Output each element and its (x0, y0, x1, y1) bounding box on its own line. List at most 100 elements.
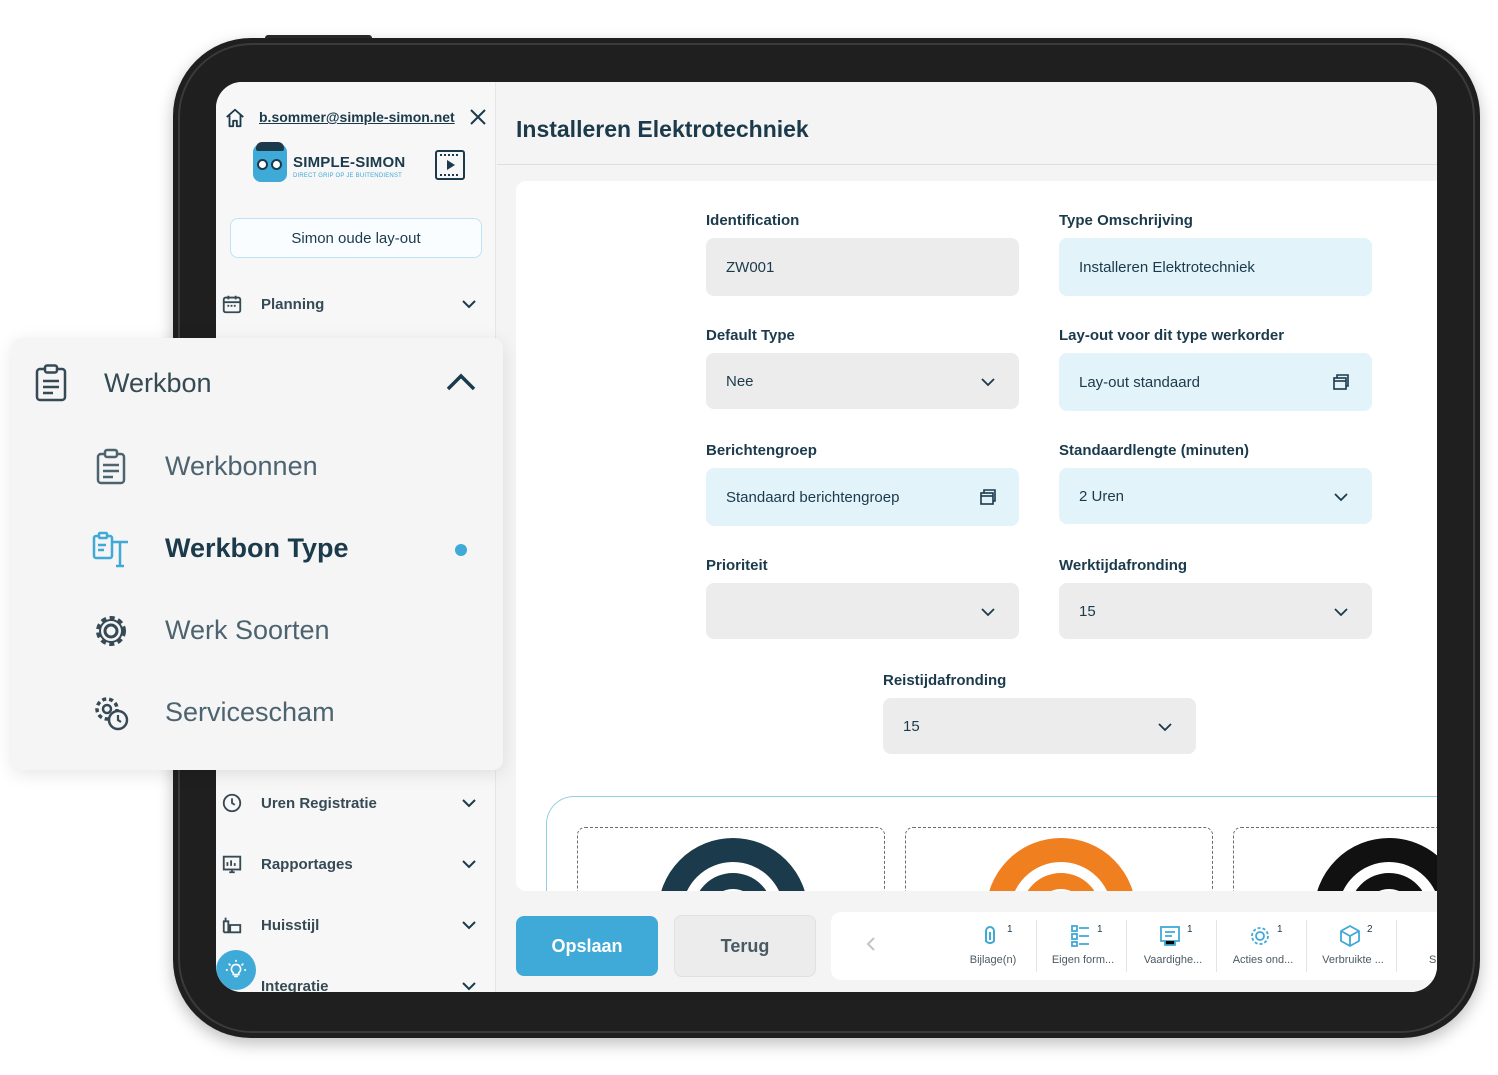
window-select-icon[interactable] (1332, 373, 1350, 391)
window-select-icon[interactable] (979, 488, 997, 506)
menu-item-label: Servicescham (165, 697, 335, 727)
identification-label: Identification (706, 212, 800, 229)
prioriteit-select[interactable] (706, 583, 1019, 639)
logo-mascot (253, 142, 287, 182)
tab-verbruikte[interactable]: 2 Verbruikte ... (1309, 920, 1397, 972)
tab-vaardigheden[interactable]: 1 Vaardighe... (1129, 920, 1217, 972)
chevron-down-icon (462, 300, 476, 309)
identification-value: ZW001 (726, 258, 775, 276)
tab-label: Eigen form... (1051, 954, 1115, 966)
sidebar-item-label: Uren Registratie (261, 794, 377, 812)
tab-bijlagen[interactable]: 1 Bijlage(n) (949, 920, 1037, 972)
layout-label: Lay-out voor dit type werkorder (1059, 327, 1285, 344)
skills-icon (1160, 926, 1180, 946)
chevron-down-icon (1334, 608, 1348, 617)
prioriteit-label: Prioriteit (706, 557, 768, 574)
tab-label: Bijlage(n) (969, 954, 1017, 966)
main-content: Installeren Elektrotechniek Identificati… (497, 82, 1437, 992)
old-layout-button[interactable]: Simon oude lay-out (230, 218, 482, 258)
reistijdafronding-value: 15 (903, 717, 920, 735)
menu-item-werkbon-type[interactable]: Werkbon Type (12, 518, 503, 578)
chevron-down-icon (462, 799, 476, 808)
werktijdafronding-select[interactable]: 15 (1059, 583, 1372, 639)
chevron-down-icon (981, 378, 995, 387)
berichtengroep-field[interactable]: Standaard berichtengroep (706, 468, 1019, 526)
chevron-down-icon (1334, 493, 1348, 502)
layout-field[interactable]: Lay-out standaard (1059, 353, 1372, 411)
sidebar-item-planning[interactable]: Planning (216, 284, 491, 324)
clock-icon (222, 793, 242, 813)
form-icon (1071, 925, 1089, 947)
divider (497, 164, 1437, 165)
chevron-down-icon (462, 860, 476, 869)
chevron-down-icon (462, 921, 476, 930)
type-omschrijving-field[interactable]: Installeren Elektrotechniek (1059, 238, 1372, 296)
home-icon[interactable] (224, 107, 246, 129)
standaardlengte-select[interactable]: 2 Uren (1059, 468, 1372, 524)
tab-label: Acties ond... (1232, 954, 1294, 966)
sidebar-item-integratie[interactable]: Integratie (216, 966, 491, 992)
default-type-value: Nee (726, 372, 754, 390)
chevron-down-icon (462, 982, 476, 991)
user-email-link[interactable]: b.sommer@simple-simon.net (259, 109, 455, 125)
menu-item-werkbonnen[interactable]: Werkbonnen (12, 436, 503, 496)
berichtengroep-value: Standaard berichtengroep (726, 488, 900, 506)
bottom-toolbar: Opslaan Terug 1 Bijlage(n) 1 Eigen form.… (497, 891, 1437, 992)
simple-simon-logo: SIMPLE-SIMON DIRECT GRIP OP JE BUITENDIE… (253, 140, 413, 186)
sidebar-item-huisstijl[interactable]: Huisstijl (216, 905, 491, 945)
type-omschrijving-label: Type Omschrijving (1059, 212, 1193, 229)
tab-count: 1 (1007, 924, 1013, 935)
tab-count: 1 (1187, 924, 1193, 935)
logo-text: SIMPLE-SIMON (293, 154, 406, 171)
gear-icon (1251, 927, 1269, 945)
gear-icon (96, 616, 126, 646)
reistijdafronding-select[interactable]: 15 (883, 698, 1196, 754)
chevron-down-icon (981, 608, 995, 617)
logo-subtitle: DIRECT GRIP OP JE BUITENDIENST (293, 173, 403, 179)
style-icon (222, 917, 242, 934)
save-button[interactable]: Opslaan (516, 916, 658, 976)
default-type-select[interactable]: Nee (706, 353, 1019, 409)
paperclip-icon (985, 926, 995, 944)
back-button[interactable]: Terug (674, 915, 816, 977)
menu-item-werk-soorten[interactable]: Werk Soorten (12, 600, 503, 660)
tab-count: 1 (1097, 924, 1103, 935)
calendar-icon (222, 295, 242, 314)
identification-field[interactable]: ZW001 (706, 238, 1019, 296)
sidebar-item-label: Huisstijl (261, 916, 320, 934)
chevron-left-icon[interactable] (861, 934, 881, 954)
menu-item-label: Werkbon Type (165, 533, 349, 563)
berichtengroep-label: Berichtengroep (706, 442, 817, 459)
tab-eigen-formulieren[interactable]: 1 Eigen form... (1039, 920, 1127, 972)
tab-label: Verbruikte ... (1322, 954, 1384, 966)
tab-count: 2 (1367, 924, 1373, 935)
tab-label: Vaardighe... (1143, 954, 1203, 966)
sidebar-item-uren-registratie[interactable]: Uren Registratie (216, 783, 491, 823)
active-indicator (455, 544, 467, 556)
werktijdafronding-value: 15 (1079, 602, 1096, 620)
type-omschrijving-value: Installeren Elektrotechniek (1079, 258, 1255, 276)
chevron-down-icon (1158, 723, 1172, 732)
page-title: Installeren Elektrotechniek (516, 116, 809, 142)
menu-item-servicescham[interactable]: Servicescham (12, 682, 503, 742)
menu-item-label: Werk Soorten (165, 615, 330, 645)
sidebar-item-rapportages[interactable]: Rapportages (216, 844, 491, 884)
video-icon[interactable] (434, 149, 466, 181)
tab-acties[interactable]: 1 Acties ond... (1219, 920, 1307, 972)
default-type-label: Default Type (706, 327, 795, 344)
werkbon-menu-overlay: Werkbon Werkbonnen Werkbon Type Werk Soo… (12, 338, 503, 770)
close-icon[interactable] (468, 107, 488, 127)
type-icon (92, 531, 128, 568)
form-card: Identification ZW001 Type Omschrijving I… (516, 181, 1437, 936)
report-icon (222, 855, 242, 874)
chevron-up-icon[interactable] (444, 370, 478, 394)
reistijdafronding-label: Reistijdafronding (883, 672, 1007, 689)
werkbon-menu-header[interactable]: Werkbon (104, 368, 212, 399)
clipboard-icon (35, 364, 67, 402)
tab-count: 1 (1277, 924, 1283, 935)
sidebar-item-label: Integratie (261, 977, 329, 993)
sidebar-item-label: Rapportages (261, 855, 353, 873)
layout-value: Lay-out standaard (1079, 373, 1200, 391)
lightbulb-icon (225, 959, 247, 978)
tips-button[interactable] (216, 950, 256, 990)
